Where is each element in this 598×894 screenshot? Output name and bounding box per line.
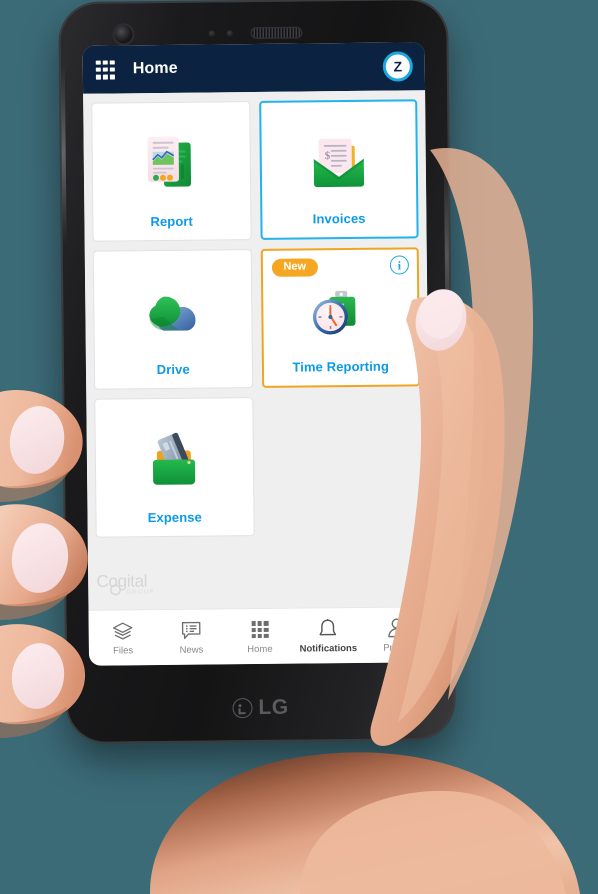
finger-shadow-2 [0,588,72,620]
front-camera-icon [114,25,133,44]
tile-area: Report $ Invoices Drive New i Time Repor… [83,90,431,610]
tile-time-reporting[interactable]: New i Time Reporting [260,247,421,388]
phone-screen: Home Z Report $ Invoices Drive New i Tim… [82,42,432,666]
lg-logo-mark-icon [232,697,253,718]
nav-item-home[interactable]: Home [225,618,294,655]
bottom-navigation: Files News Home Notifications Profile [88,606,432,666]
nav-label: Notifications [299,642,358,655]
svg-text:GROUP: GROUP [126,589,155,596]
invoice-envelope-icon: $ [299,124,378,203]
nav-label: Files [113,645,134,657]
tile-expense[interactable]: Expense [94,397,255,538]
earpiece-speaker-icon [250,26,303,40]
news-bubble-icon [181,619,202,641]
nav-item-news[interactable]: News [157,619,226,656]
info-icon[interactable]: i [389,255,409,275]
finger-index-nail [9,406,65,474]
tile-report[interactable]: Report [91,101,252,242]
proximity-sensor-icon [208,30,216,38]
bell-icon [318,618,338,640]
nav-item-files[interactable]: Files [89,620,158,656]
nav-label: Home [247,643,273,655]
device-brand-logo: LG [67,695,453,720]
phone-device: Home Z Report $ Invoices Drive New i Tim… [60,0,454,743]
finger-shadow-3 [0,706,68,738]
palm-highlight [300,790,566,894]
status-badge: New [271,258,319,277]
company-logo: Cogital GROUP [96,571,174,604]
nav-label: News [179,644,204,656]
avatar[interactable]: Z [382,51,413,82]
tile-drive[interactable]: Drive [92,249,253,390]
cloud-drive-icon [133,274,212,353]
layers-icon [112,620,134,642]
finger-middle-nail [11,523,69,593]
grid-menu-icon[interactable] [95,59,115,80]
nav-item-profile[interactable]: Profile [362,617,431,653]
nav-label: Profile [383,642,411,654]
app-tile-grid: Report $ Invoices Drive New i Time Repor… [91,99,422,538]
tile-label: Drive [156,361,190,378]
nav-item-notifications[interactable]: Notifications [294,618,363,654]
device-brand-text: LG [258,695,289,720]
light-sensor-icon [226,30,234,38]
svg-text:Cogital: Cogital [96,571,147,591]
tile-label: Time Reporting [292,358,390,375]
tile-label: Expense [147,509,202,526]
svg-text:$: $ [324,149,330,161]
grid-icon [251,619,269,641]
finger-ring-nail [11,643,65,709]
report-document-chart-icon [132,126,211,205]
palm [150,752,580,894]
tile-label: Invoices [312,210,366,227]
scene-background: Home Z Report $ Invoices Drive New i Tim… [0,0,598,894]
finger-shadow-1 [0,470,70,502]
clock-calendar-icon: 1 [301,272,380,351]
wallet-card-icon [135,422,214,501]
tile-invoices[interactable]: $ Invoices [258,99,419,240]
person-icon [386,617,406,639]
tile-label: Report [150,213,194,230]
avatar-initial: Z [393,58,403,75]
page-title: Home [132,59,178,78]
app-header: Home Z [82,42,426,94]
